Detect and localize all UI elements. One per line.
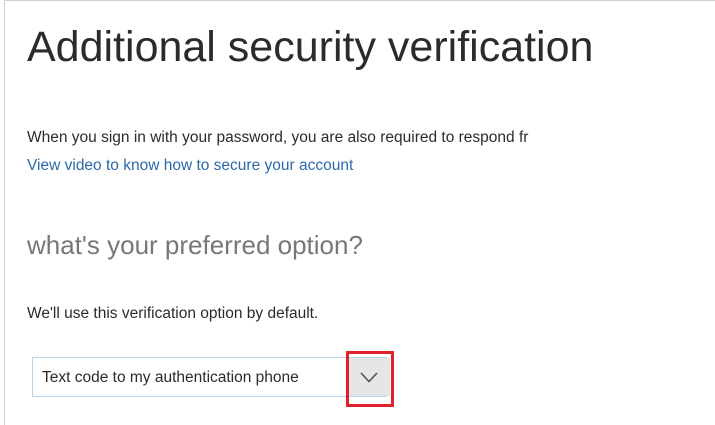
chevron-down-icon [360,371,378,383]
content-panel: Additional security verification When yo… [4,0,715,425]
selected-option-value: Text code to my authentication phone [42,369,299,386]
dropdown-toggle-button[interactable] [348,358,390,396]
default-option-helper-text: We'll use this verification option by de… [27,305,319,322]
page-title: Additional security verification [27,23,594,71]
view-video-link[interactable]: View video to know how to secure your ac… [27,155,353,177]
preferred-option-heading: what's your preferred option? [27,230,363,260]
intro-text: When you sign in with your password, you… [27,129,529,146]
verification-option-select[interactable]: Text code to my authentication phone [32,357,387,397]
